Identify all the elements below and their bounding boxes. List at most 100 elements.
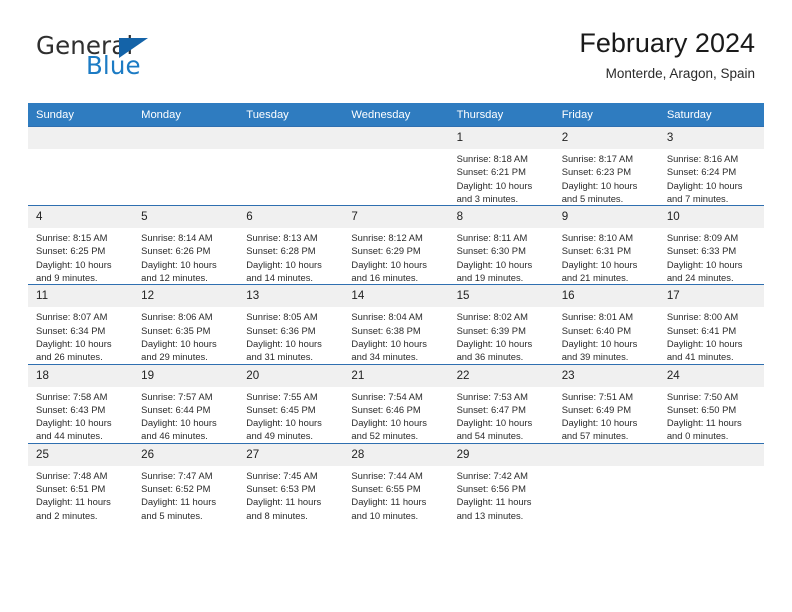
calendar-cell-day[interactable]: 8 Sunrise: 8:11 AM Sunset: 6:30 PM Daylight… [448,205,554,285]
daylight-text-line2: and 16 minutes. [351,272,419,284]
calendar-cell-day[interactable]: 6 Sunrise: 8:13 AM Sunset: 6:28 PM Daylight… [238,205,344,285]
weekday-header-tuesday: Tuesday [238,103,344,127]
calendar-cell-day[interactable]: 2 Sunrise: 8:17 AM Sunset: 6:23 PM Daylight… [553,125,659,206]
calendar-cell-day[interactable]: 18 Sunrise: 7:58 AM Sunset: 6:43 PM Dayligh… [28,363,134,444]
sunset-text: Sunset: 6:25 PM [36,245,106,257]
calendar-cell-day[interactable]: 16 Sunrise: 8:01 AM Sunset: 6:40 PM Dayligh… [553,284,659,365]
day-details: Sunrise: 7:42 AM Sunset: 6:56 PM Daylight:… [449,466,554,522]
calendar-cell-day[interactable]: 7 Sunrise: 8:12 AM Sunset: 6:29 PM Daylight… [343,205,449,285]
calendar-cell-day[interactable]: 15 Sunrise: 8:02 AM Sunset: 6:39 PM Dayligh… [448,284,554,365]
sunset-text: Sunset: 6:51 PM [36,483,106,495]
calendar-cell-day[interactable]: 4 Sunrise: 8:15 AM Sunset: 6:25 PM Daylight… [28,205,134,285]
sunset-text: Sunset: 6:21 PM [456,166,526,178]
daylight-text-line1: Daylight: 10 hours [666,337,743,349]
sunrise-text: Sunrise: 8:14 AM [141,232,213,244]
calendar-cell-day[interactable]: 11 Sunrise: 8:07 AM Sunset: 6:34 PM Dayligh… [28,284,134,365]
sunset-text: Sunset: 6:41 PM [666,324,737,336]
day-number [238,127,344,149]
day-details: Sunrise: 7:54 AM Sunset: 6:46 PM Daylight:… [343,387,448,443]
weekday-header-monday: Monday [133,103,239,127]
day-number: 23 [553,364,659,387]
daylight-text-line2: and 12 minutes. [141,272,208,284]
calendar-cell-day[interactable]: 28 Sunrise: 7:44 AM Sunset: 6:55 PM Dayligh… [343,442,449,522]
calendar-cell-day[interactable]: 1 Sunrise: 8:18 AM Sunset: 6:21 PM Daylight… [448,125,554,206]
calendar-cell-day[interactable]: 24 Sunrise: 7:50 AM Sunset: 6:50 PM Dayligh… [658,363,764,444]
sunset-text: Sunset: 6:34 PM [36,324,106,336]
day-number: 7 [343,206,449,229]
calendar-cell-day[interactable]: 5 Sunrise: 8:14 AM Sunset: 6:26 PM Daylight… [133,205,239,285]
daylight-text-line1: Daylight: 11 hours [246,496,322,508]
calendar-table: Sunday Monday Tuesday Wednesday Thursday… [28,103,764,522]
daylight-text-line2: and 39 minutes. [561,351,629,363]
sunrise-text: Sunrise: 8:04 AM [351,311,423,323]
calendar-cell-day[interactable]: 17 Sunrise: 8:00 AM Sunset: 6:41 PM Dayligh… [658,284,764,365]
sunrise-text: Sunrise: 7:45 AM [246,469,318,481]
daylight-text-line1: Daylight: 10 hours [246,258,322,270]
day-number: 20 [238,364,344,387]
day-number: 22 [448,364,554,387]
sunrise-text: Sunrise: 7:58 AM [36,390,108,402]
day-details [659,466,764,469]
day-number [553,443,659,466]
day-number: 27 [238,443,344,466]
calendar-cell-empty [238,125,344,206]
logo-text-blue: Blue [86,51,141,80]
general-blue-logo: General Blue [36,33,266,86]
day-details: Sunrise: 7:51 AM Sunset: 6:49 PM Daylight:… [554,387,659,443]
calendar-cell-day[interactable]: 21 Sunrise: 7:54 AM Sunset: 6:46 PM Dayligh… [343,363,449,444]
day-number [658,443,764,466]
day-details [554,466,659,469]
day-number [343,127,449,149]
calendar-cell-day[interactable]: 25 Sunrise: 7:48 AM Sunset: 6:51 PM Dayligh… [28,442,134,522]
calendar-cell-day[interactable]: 23 Sunrise: 7:51 AM Sunset: 6:49 PM Dayligh… [553,363,659,444]
daylight-text-line1: Daylight: 11 hours [141,496,217,508]
sunset-text: Sunset: 6:39 PM [456,324,526,336]
day-details [238,149,343,152]
calendar-cell-day[interactable]: 19 Sunrise: 7:57 AM Sunset: 6:44 PM Dayligh… [133,363,239,444]
calendar-cell-day[interactable]: 13 Sunrise: 8:05 AM Sunset: 6:36 PM Dayligh… [238,284,344,365]
daylight-text-line2: and 57 minutes. [561,430,629,442]
daylight-text-line2: and 49 minutes. [246,430,313,442]
sunset-text: Sunset: 6:23 PM [561,166,632,178]
day-details [343,149,448,152]
daylight-text-line2: and 3 minutes. [456,192,519,204]
calendar-header-row: Sunday Monday Tuesday Wednesday Thursday… [28,103,764,127]
daylight-text-line1: Daylight: 10 hours [456,417,533,429]
sunrise-text: Sunrise: 8:10 AM [561,232,634,244]
calendar-cell-day[interactable]: 9 Sunrise: 8:10 AM Sunset: 6:31 PM Daylight… [553,205,659,285]
day-details: Sunrise: 8:13 AM Sunset: 6:28 PM Daylight:… [238,228,343,284]
calendar-cell-day[interactable]: 3 Sunrise: 8:16 AM Sunset: 6:24 PM Daylight… [658,125,764,206]
daylight-text-line1: Daylight: 10 hours [456,179,533,191]
day-details: Sunrise: 8:12 AM Sunset: 6:29 PM Daylight:… [343,228,448,284]
calendar-cell-day[interactable]: 29 Sunrise: 7:42 AM Sunset: 6:56 PM Dayligh… [448,442,554,522]
sunrise-text: Sunrise: 8:01 AM [561,311,634,323]
daylight-text-line2: and 8 minutes. [246,509,308,521]
day-number: 16 [553,285,659,308]
calendar-cell-day[interactable]: 12 Sunrise: 8:06 AM Sunset: 6:35 PM Dayligh… [133,284,239,365]
calendar-cell-day[interactable]: 27 Sunrise: 7:45 AM Sunset: 6:53 PM Dayligh… [238,442,344,522]
calendar-cell-day[interactable]: 22 Sunrise: 7:53 AM Sunset: 6:47 PM Dayligh… [448,363,554,444]
day-details: Sunrise: 7:57 AM Sunset: 6:44 PM Daylight:… [133,387,238,443]
calendar-cell-day[interactable]: 14 Sunrise: 8:04 AM Sunset: 6:38 PM Dayligh… [343,284,449,365]
day-number: 15 [448,285,554,308]
sunset-text: Sunset: 6:24 PM [666,166,737,178]
weekday-header-wednesday: Wednesday [343,103,449,127]
daylight-text-line1: Daylight: 10 hours [561,337,638,349]
day-number: 4 [28,206,134,229]
sunrise-text: Sunrise: 8:18 AM [456,153,528,164]
daylight-text-line2: and 26 minutes. [36,351,103,363]
daylight-text-line2: and 41 minutes. [666,351,734,363]
calendar-cell-day[interactable]: 10 Sunrise: 8:09 AM Sunset: 6:33 PM Dayligh… [658,205,764,285]
calendar-cell-day[interactable]: 26 Sunrise: 7:47 AM Sunset: 6:52 PM Dayligh… [133,442,239,522]
day-number: 21 [343,364,449,387]
title-block: February 2024 Monterde, Aragon, Spain [579,28,755,82]
sunset-text: Sunset: 6:36 PM [246,324,316,336]
day-details: Sunrise: 7:45 AM Sunset: 6:53 PM Daylight:… [238,466,343,522]
calendar-cell-empty [658,442,764,522]
day-details: Sunrise: 8:10 AM Sunset: 6:31 PM Daylight:… [554,228,659,284]
sunset-text: Sunset: 6:55 PM [351,483,421,495]
calendar-cell-day[interactable]: 20 Sunrise: 7:55 AM Sunset: 6:45 PM Dayligh… [238,363,344,444]
sunrise-text: Sunrise: 8:17 AM [561,153,634,164]
calendar-week-row: 18 Sunrise: 7:58 AM Sunset: 6:43 PM Dayligh… [28,363,764,444]
daylight-text-line1: Daylight: 11 hours [666,417,742,429]
